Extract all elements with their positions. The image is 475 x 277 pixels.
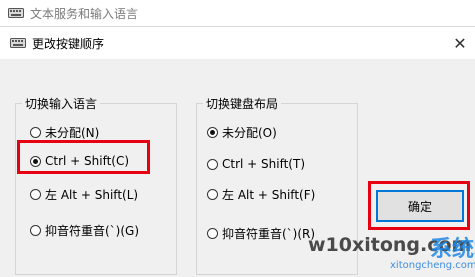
watermark-accent-text: 系统城 xyxy=(430,237,475,262)
close-icon: ✕ xyxy=(453,33,467,53)
radio-unchecked-icon xyxy=(30,189,41,200)
radio-label: 左 Alt + Shift(F) xyxy=(222,188,316,202)
radio-label: 左 Alt + Shift(L) xyxy=(45,188,139,202)
input-language-group-label: 切换输入语言 xyxy=(22,95,101,112)
keyboard-icon xyxy=(10,38,26,48)
radio-label: 未分配(O) xyxy=(222,126,277,140)
radio-checked-icon xyxy=(30,155,41,167)
close-button[interactable]: ✕ xyxy=(445,27,475,59)
keyboard-layout-option-unassigned[interactable]: 未分配(O) xyxy=(207,124,277,141)
radio-label: 抑音符重音(`)(G) xyxy=(45,224,140,238)
keyboard-layout-option-ctrl-shift[interactable]: Ctrl + Shift(T) xyxy=(207,157,305,171)
radio-label: 未分配(N) xyxy=(45,126,100,140)
radio-checked-icon xyxy=(207,127,218,138)
radio-label: Ctrl + Shift(T) xyxy=(222,157,306,171)
keyboard-layout-group-label: 切换键盘布局 xyxy=(203,95,282,112)
outer-window-titlebar: 文本服务和输入语言 xyxy=(0,0,475,26)
dialog-title: 更改按键顺序 xyxy=(32,37,105,51)
radio-unchecked-icon xyxy=(207,158,218,170)
input-language-option-grave-accent[interactable]: 抑音符重音(`)(G) xyxy=(30,222,139,239)
input-language-option-unassigned[interactable]: 未分配(N) xyxy=(30,124,99,141)
ok-button-label: 确定 xyxy=(407,199,432,214)
keyboard-layout-option-left-alt-shift[interactable]: 左 Alt + Shift(F) xyxy=(207,186,315,203)
keyboard-layout-option-grave-accent[interactable]: 抑音符重音(`)(R) xyxy=(207,225,315,242)
watermark: w10xitong.com 系统城 xitongcheng.com xyxy=(300,230,475,277)
input-language-option-left-alt-shift[interactable]: 左 Alt + Shift(L) xyxy=(30,186,138,203)
radio-unchecked-icon xyxy=(207,189,218,200)
radio-unchecked-icon xyxy=(30,127,41,138)
input-language-option-ctrl-shift[interactable]: Ctrl + Shift(C) xyxy=(30,154,129,168)
ok-button[interactable]: 确定 xyxy=(376,190,464,222)
dialog-titlebar: 更改按键顺序 ✕ xyxy=(0,27,475,59)
outer-window-title: 文本服务和输入语言 xyxy=(30,7,139,21)
keyboard-icon xyxy=(8,8,24,18)
watermark-sub-text: xitongcheng.com xyxy=(390,260,475,271)
radio-unchecked-icon xyxy=(30,225,41,236)
radio-label: Ctrl + Shift(C) xyxy=(45,154,130,168)
radio-unchecked-icon xyxy=(207,228,218,239)
